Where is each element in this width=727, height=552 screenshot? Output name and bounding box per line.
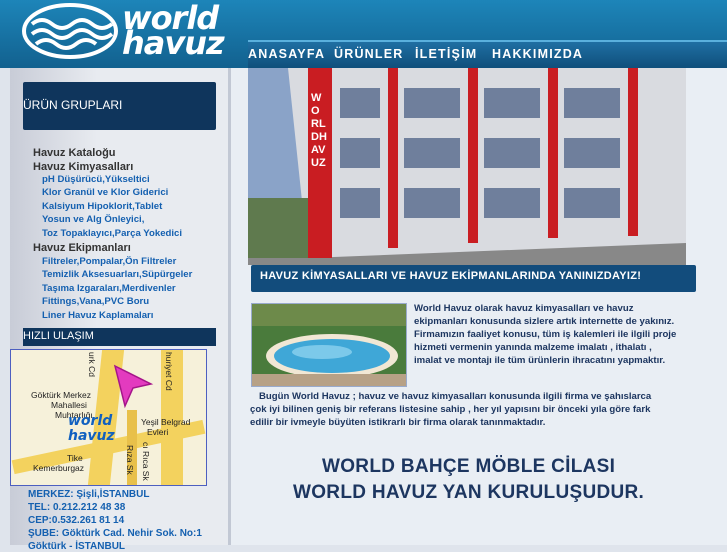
menu-fittings[interactable]: Fittings,Vana,PVC Boru bbox=[42, 296, 149, 307]
intro-line: imalat ve montajı ile tüm ürünlerin ihra… bbox=[414, 355, 666, 366]
menu-yosun[interactable]: Yosun ve Alg Önleyici, bbox=[42, 214, 144, 225]
nav-anasayfa[interactable]: ANASAYFA bbox=[248, 47, 325, 61]
contact-tel: TEL: 0.212.212 48 38 bbox=[28, 502, 126, 513]
intro-line: hizmeti vermenin yanında malzeme imalatı… bbox=[414, 342, 652, 353]
map-label: Tike bbox=[67, 453, 83, 463]
menu-havuz-katalogu[interactable]: Havuz Kataloğu bbox=[33, 147, 116, 159]
main-nav: ANASAYFA ÜRÜNLER İLETİŞİM HAKKIMIZDA bbox=[248, 40, 727, 68]
building-sign: WORLDHAVUZ bbox=[311, 92, 327, 169]
intro-line: World Havuz olarak havuz kimyasalları ve… bbox=[414, 303, 634, 314]
menu-havuz-kimyasallari[interactable]: Havuz Kimyasalları bbox=[33, 161, 133, 173]
today-line: çok iyi bilinen geniş bir referans liste… bbox=[250, 404, 651, 415]
map-label: Kemerburgaz bbox=[33, 463, 85, 473]
pool-image bbox=[252, 304, 406, 386]
today-line: Bugün World Havuz ; havuz ve havuz kimya… bbox=[259, 391, 652, 402]
menu-temizlik[interactable]: Temizlik Aksesuarları,Süpürgeler bbox=[42, 269, 192, 280]
contact-merkez: MERKEZ: Şişli,İSTANBUL bbox=[28, 489, 150, 500]
map-label: Rıza Sk bbox=[125, 445, 135, 475]
menu-kalsiyum[interactable]: Kalsiyum Hipoklorit,Tablet bbox=[42, 201, 162, 212]
quick-access-header: HIZLI ULAŞIM bbox=[23, 328, 216, 346]
wave-logo-icon bbox=[22, 3, 118, 59]
intro-line: Firmamızın faaliyet konusu, tüm iş kalem… bbox=[414, 329, 677, 340]
location-map[interactable]: urk Cd huriyet Cd Göktürk Merkez Mahalle… bbox=[10, 349, 207, 486]
big-heading-2: WORLD HAVUZ YAN KURULUŞUDUR. bbox=[293, 482, 645, 503]
intro-line: ekipmanları konusunda sizlere artık inte… bbox=[414, 316, 675, 327]
map-logo-world: world bbox=[68, 413, 113, 429]
map-pointer-icon bbox=[113, 364, 154, 409]
logo-text-havuz: havuz bbox=[122, 24, 225, 62]
map-label: Mahallesi bbox=[51, 400, 87, 410]
slogan-banner: HAVUZ KİMYASALLARI VE HAVUZ EKİPMANLARIN… bbox=[251, 265, 696, 292]
map-label: urk Cd bbox=[87, 352, 97, 378]
menu-liner[interactable]: Liner Havuz Kaplamaları bbox=[42, 310, 153, 321]
map-label: Evleri bbox=[147, 427, 169, 437]
today-line: edilir bir ivmeyle büyüten istikrarlı bi… bbox=[250, 417, 546, 428]
menu-filtreler[interactable]: Filtreler,Pompalar,Ön Filtreler bbox=[42, 256, 176, 267]
contact-sube: ŞUBE: Göktürk Cad. Nehir Sok. No:1 bbox=[28, 528, 202, 539]
map-label: cı Rıca Sk bbox=[141, 442, 151, 481]
quick-access-title: HIZLI ULAŞIM bbox=[23, 330, 94, 342]
map-label: Göktürk Merkez bbox=[31, 390, 91, 400]
contact-sube-city: Göktürk - İSTANBUL bbox=[28, 541, 126, 552]
contact-cep: CEP:0.532.261 81 14 bbox=[28, 515, 125, 526]
map-label: huriyet Cd bbox=[164, 352, 174, 391]
product-groups-header: ÜRÜN GRUPLARI bbox=[23, 82, 216, 130]
menu-klor[interactable]: Klor Granül ve Klor Giderici bbox=[42, 187, 168, 198]
building-photo: WORLDHAVUZ bbox=[248, 68, 686, 265]
slogan-text: HAVUZ KİMYASALLARI VE HAVUZ EKİPMANLARIN… bbox=[260, 270, 642, 282]
nav-urunler[interactable]: ÜRÜNLER bbox=[334, 47, 404, 61]
nav-hakkimizda[interactable]: HAKKIMIZDA bbox=[492, 47, 583, 61]
menu-tasima[interactable]: Taşıma Izgaraları,Merdivenler bbox=[42, 283, 176, 294]
map-logo-havuz: havuz bbox=[68, 428, 115, 444]
menu-havuz-ekipmanlari[interactable]: Havuz Ekipmanları bbox=[33, 242, 131, 254]
product-groups-title: ÜRÜN GRUPLARI bbox=[23, 98, 123, 112]
nav-iletisim[interactable]: İLETİŞİM bbox=[415, 47, 477, 61]
site-logo[interactable]: world havuz bbox=[10, 0, 248, 62]
big-heading-1: WORLD BAHÇE MÖBLE CİLASI bbox=[322, 456, 616, 477]
map-label: Yeşil Belgrad bbox=[141, 417, 191, 427]
pool-photo bbox=[251, 303, 407, 387]
menu-ph[interactable]: pH Düşürücü,Yükseltici bbox=[42, 174, 150, 185]
menu-toz[interactable]: Toz Topaklayıcı,Parça Yokedici bbox=[42, 228, 182, 239]
